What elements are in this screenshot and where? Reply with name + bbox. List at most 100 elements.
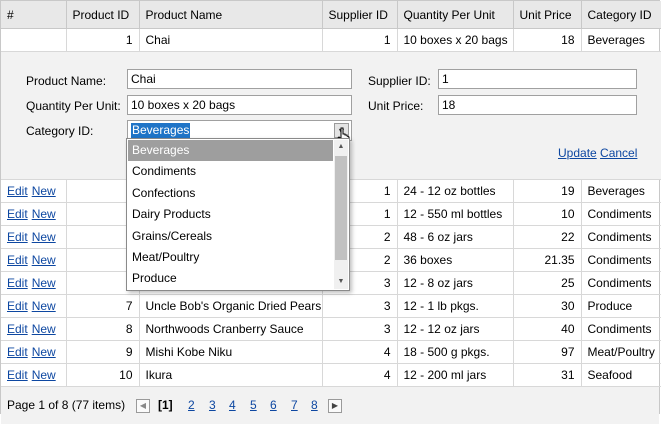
dropdown-option[interactable]: Meat/Poultry: [128, 247, 333, 268]
cell-product-id: 9: [66, 340, 140, 364]
dropdown-option[interactable]: Grains/Cereals: [128, 226, 333, 247]
dropdown-scrollbar[interactable]: ▲ ▼: [334, 140, 348, 289]
cell-category: Beverages: [581, 28, 661, 52]
new-link[interactable]: New: [32, 184, 56, 198]
new-link[interactable]: New: [32, 276, 56, 290]
edit-link[interactable]: Edit: [7, 368, 28, 382]
cell-category: Beverages: [581, 179, 661, 203]
cell-category: Condiments: [581, 248, 661, 272]
prev-page-icon[interactable]: ◀: [136, 399, 150, 413]
edit-link[interactable]: Edit: [7, 276, 28, 290]
supplier-id-input[interactable]: [438, 69, 637, 89]
page-link[interactable]: 2: [188, 398, 195, 412]
table-row[interactable]: Edit New 8 Northwoods Cranberry Sauce 3 12 - …: [1, 317, 661, 341]
cell-unit-price: 25: [513, 271, 582, 295]
scroll-up-icon[interactable]: ▲: [334, 140, 348, 154]
edit-link[interactable]: Edit: [7, 207, 28, 221]
cell-command: Edit New: [1, 294, 67, 318]
edit-link[interactable]: Edit: [7, 253, 28, 267]
cell-quantity: 36 boxes: [397, 248, 514, 272]
table-row[interactable]: Edit New 7 Uncle Bob's Organic Dried Pears 3…: [1, 294, 661, 318]
new-link[interactable]: New: [32, 207, 56, 221]
dropdown-option[interactable]: Confections: [128, 183, 333, 204]
quantity-per-unit-input[interactable]: [127, 95, 352, 115]
cell-product-id: 7: [66, 294, 140, 318]
page-link[interactable]: 8: [311, 398, 318, 412]
dropdown-option[interactable]: Beverages: [128, 140, 333, 161]
page-link[interactable]: 6: [270, 398, 277, 412]
page-link[interactable]: 3: [209, 398, 216, 412]
product-name-input[interactable]: [127, 69, 352, 89]
cell-command: Edit New: [1, 317, 67, 341]
pager: Page 1 of 8 (77 items) ◀ [1] ▶ 2345678: [1, 387, 659, 424]
quantity-per-unit-label: Quantity Per Unit:: [26, 99, 121, 113]
cell-supplier-id: 3: [322, 294, 398, 318]
cell-command: Edit New: [1, 179, 67, 203]
unit-price-label: Unit Price:: [368, 99, 424, 113]
cell-quantity: 10 boxes x 20 bags: [397, 28, 514, 52]
cell-supplier-id: 1: [322, 28, 398, 52]
page-link[interactable]: 4: [229, 398, 236, 412]
col-header-category-id[interactable]: Category ID: [581, 1, 661, 29]
cell-unit-price: 21.35: [513, 248, 582, 272]
dropdown-option[interactable]: Produce: [128, 268, 333, 289]
unit-price-input[interactable]: [438, 95, 637, 115]
edit-link[interactable]: Edit: [7, 184, 28, 198]
supplier-id-label: Supplier ID:: [368, 74, 431, 88]
scrollbar-thumb[interactable]: [335, 156, 347, 260]
cell-command: Edit New: [1, 225, 67, 249]
cell-quantity: 12 - 200 ml jars: [397, 363, 514, 387]
cell-category: Seafood: [581, 363, 661, 387]
cell-command: Edit New: [1, 340, 67, 364]
next-page-icon[interactable]: ▶: [328, 399, 342, 413]
edit-link[interactable]: Edit: [7, 345, 28, 359]
edit-link[interactable]: Edit: [7, 322, 28, 336]
update-button[interactable]: Update: [558, 146, 597, 160]
form-actions: Update Cancel: [558, 146, 637, 160]
cell-category: Condiments: [581, 202, 661, 226]
cell-quantity: 12 - 12 oz jars: [397, 317, 514, 341]
cell-unit-price: 30: [513, 294, 582, 318]
product-name-label: Product Name:: [26, 74, 107, 88]
new-link[interactable]: New: [32, 345, 56, 359]
cell-command: Edit New: [1, 363, 67, 387]
cell-product-id: 1: [66, 28, 140, 52]
new-link[interactable]: New: [32, 322, 56, 336]
cell-unit-price: 31: [513, 363, 582, 387]
scroll-down-icon[interactable]: ▼: [334, 275, 348, 289]
edit-link[interactable]: Edit: [7, 299, 28, 313]
cell-unit-price: 19: [513, 179, 582, 203]
col-header-product-id[interactable]: Product ID: [66, 1, 140, 29]
cancel-button[interactable]: Cancel: [600, 146, 637, 160]
col-header-supplier-id[interactable]: Supplier ID: [322, 1, 398, 29]
col-header-quantity-per-unit[interactable]: Quantity Per Unit: [397, 1, 514, 29]
table-row[interactable]: Edit New 10 Ikura 4 12 - 200 ml jars 31 Seafood: [1, 363, 661, 387]
new-link[interactable]: New: [32, 299, 56, 313]
col-header-product-name[interactable]: Product Name: [139, 1, 323, 29]
cell-category: Meat/Poultry: [581, 340, 661, 364]
page-link[interactable]: 7: [291, 398, 298, 412]
cell-quantity: 18 - 500 g pkgs.: [397, 340, 514, 364]
table-row-editing[interactable]: 1 Chai 1 10 boxes x 20 bags 18 Beverages: [1, 28, 661, 52]
cell-product-id: 8: [66, 317, 140, 341]
cell-command: Edit New: [1, 202, 67, 226]
cell-product-name: Uncle Bob's Organic Dried Pears: [139, 294, 323, 318]
cell-product-id: 10: [66, 363, 140, 387]
category-dropdown-list: ▲ ▼ Beverages Condiments Confections Dairy …: [126, 138, 350, 291]
cell-product-name: Ikura: [139, 363, 323, 387]
cell-unit-price: 18: [513, 28, 582, 52]
new-link[interactable]: New: [32, 368, 56, 382]
page-link[interactable]: 5: [250, 398, 257, 412]
cell-command: Edit New: [1, 271, 67, 295]
edit-link[interactable]: Edit: [7, 230, 28, 244]
new-link[interactable]: New: [32, 230, 56, 244]
col-header-unit-price[interactable]: Unit Price: [513, 1, 582, 29]
new-link[interactable]: New: [32, 253, 56, 267]
col-header-index[interactable]: #: [1, 1, 67, 29]
table-row[interactable]: Edit New 9 Mishi Kobe Niku 4 18 - 500 g pkgs.…: [1, 340, 661, 364]
dropdown-option[interactable]: Condiments: [128, 161, 333, 182]
cell-product-name: Northwoods Cranberry Sauce: [139, 317, 323, 341]
cell-quantity: 48 - 6 oz jars: [397, 225, 514, 249]
cell-category: Condiments: [581, 317, 661, 341]
dropdown-option[interactable]: Dairy Products: [128, 204, 333, 225]
